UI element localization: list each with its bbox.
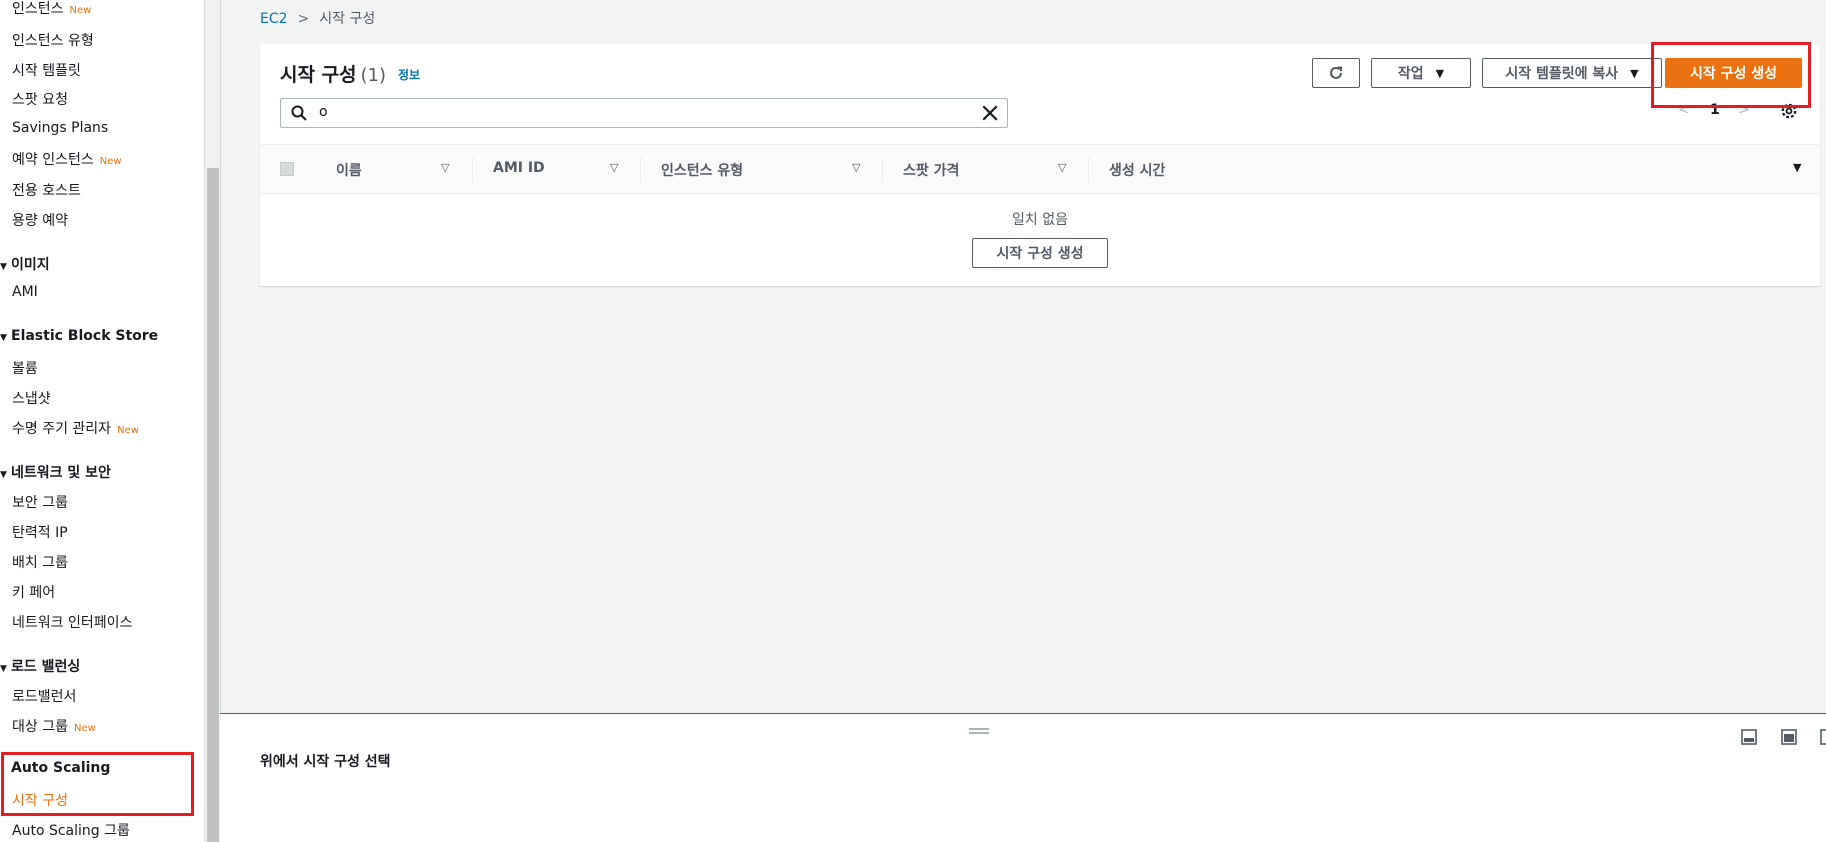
new-badge: New <box>117 425 139 436</box>
column-divider <box>640 157 641 183</box>
sidebar-item-capacity-reservations[interactable]: 용량 예약 <box>12 210 68 230</box>
search-value: o <box>319 104 328 120</box>
breadcrumb-ec2-link[interactable]: EC2 <box>260 11 288 27</box>
sidebar-item-auto-scaling-groups[interactable]: Auto Scaling 그룹 <box>12 820 130 840</box>
panel-bottom-icon[interactable] <box>1741 729 1757 745</box>
sidebar-section-load-balancing[interactable]: ▼ 로드 밸런싱 <box>0 656 80 676</box>
column-divider <box>1088 157 1089 183</box>
panel-close-icon[interactable] <box>1820 729 1826 745</box>
sidebar-section-auto-scaling[interactable]: Auto Scaling <box>11 760 110 776</box>
table-header: 이름 ▽ AMI ID ▽ 인스턴스 유형 ▽ 스팟 가격 ▽ 생성 시간 ▼ <box>260 144 1820 194</box>
chevron-left-icon[interactable]: < <box>1678 102 1690 118</box>
empty-create-button[interactable]: 시작 구성 생성 <box>972 238 1108 268</box>
caret-down-icon: ▼ <box>0 333 7 343</box>
breadcrumb: EC2 > 시작 구성 <box>260 8 375 28</box>
caret-down-icon: ▼ <box>0 470 7 480</box>
sidebar-item-snapshots[interactable]: 스냅샷 <box>12 388 51 408</box>
sidebar-item-launch-configurations[interactable]: 시작 구성 <box>12 790 68 810</box>
actions-button[interactable]: 작업 ▼ <box>1371 58 1471 88</box>
sort-icon[interactable]: ▽ <box>610 161 618 174</box>
sidebar-item-volumes[interactable]: 볼륨 <box>12 358 38 378</box>
sidebar-item-dedicated-hosts[interactable]: 전용 호스트 <box>12 180 81 200</box>
refresh-button[interactable] <box>1312 58 1360 88</box>
page-title: 시작 구성 (1) <box>280 64 387 86</box>
sidebar-scrollbar[interactable] <box>204 0 220 842</box>
sidebar-item-instances[interactable]: 인스턴스 New <box>12 0 91 18</box>
sidebar-item-security-groups[interactable]: 보안 그룹 <box>12 492 68 512</box>
sort-icon[interactable]: ▽ <box>441 161 449 174</box>
sidebar-section-images[interactable]: ▼ 이미지 <box>0 254 50 274</box>
new-badge: New <box>73 723 96 734</box>
resize-handle[interactable] <box>969 728 989 734</box>
search-input[interactable]: o <box>280 98 1008 128</box>
refresh-icon <box>1330 66 1342 79</box>
select-all-checkbox[interactable] <box>280 162 294 176</box>
info-link[interactable]: 정보 <box>398 66 420 83</box>
caret-down-icon: ▼ <box>1630 66 1639 80</box>
sidebar-item-target-groups[interactable]: 대상 그룹 New <box>12 716 96 736</box>
sidebar-item-load-balancers[interactable]: 로드밸런서 <box>12 686 76 706</box>
empty-state-text: 일치 없음 <box>1012 212 1068 228</box>
column-header-name[interactable]: 이름 <box>336 160 362 180</box>
column-header-ami-id[interactable]: AMI ID <box>493 160 545 176</box>
create-launch-configuration-button[interactable]: 시작 구성 생성 <box>1665 58 1802 88</box>
new-badge: New <box>99 156 122 167</box>
chevron-right-icon[interactable]: > <box>1738 102 1750 118</box>
sidebar-item-placement-groups[interactable]: 배치 그룹 <box>12 552 68 572</box>
sidebar-item-ami[interactable]: AMI <box>12 284 38 300</box>
sidebar-item-savings-plans[interactable]: Savings Plans <box>12 120 108 136</box>
sidebar-section-ebs[interactable]: ▼ Elastic Block Store <box>0 328 158 344</box>
page-number[interactable]: 1 <box>1710 102 1720 118</box>
split-panel-title: 위에서 시작 구성 선택 <box>260 754 391 770</box>
panel-side-icon[interactable] <box>1781 729 1797 745</box>
search-icon <box>291 105 307 121</box>
launch-configurations-panel: 시작 구성 (1) 정보 작업 ▼ 시작 템플릿에 복사 ▼ 시작 구성 생성 o <… <box>260 44 1820 286</box>
new-badge: New <box>69 5 92 16</box>
close-icon[interactable] <box>981 104 999 122</box>
sidebar-item-instance-types[interactable]: 인스턴스 유형 <box>12 30 94 50</box>
sort-desc-icon[interactable]: ▼ <box>1793 161 1801 174</box>
sidebar-item-reserved-instances[interactable]: 예약 인스턴스 New <box>12 149 122 169</box>
item-count: (1) <box>360 65 387 86</box>
sidebar: 인스턴스 New 인스턴스 유형 시작 템플릿 스팟 요청 Savings Pla… <box>0 0 204 842</box>
sidebar-item-network-interfaces[interactable]: 네트워크 인터페이스 <box>12 612 132 632</box>
column-divider <box>472 157 473 183</box>
column-header-instance-type[interactable]: 인스턴스 유형 <box>661 160 743 180</box>
gear-icon[interactable] <box>1780 102 1798 120</box>
copy-to-launch-template-button[interactable]: 시작 템플릿에 복사 ▼ <box>1482 58 1662 88</box>
sidebar-section-network[interactable]: ▼ 네트워크 및 보안 <box>0 462 111 482</box>
caret-down-icon: ▼ <box>0 664 7 674</box>
sidebar-item-spot-requests[interactable]: 스팟 요청 <box>12 89 68 109</box>
column-header-spot-price[interactable]: 스팟 가격 <box>903 160 959 180</box>
caret-down-icon: ▼ <box>1435 66 1445 80</box>
column-divider <box>882 157 883 183</box>
sort-icon[interactable]: ▽ <box>1058 161 1066 174</box>
breadcrumb-current: 시작 구성 <box>319 11 376 27</box>
sidebar-item-elastic-ips[interactable]: 탄력적 IP <box>12 522 68 542</box>
caret-down-icon: ▼ <box>0 262 7 272</box>
sidebar-item-launch-templates[interactable]: 시작 템플릿 <box>12 60 81 80</box>
sidebar-item-key-pairs[interactable]: 키 페어 <box>12 582 55 602</box>
split-panel: 위에서 시작 구성 선택 <box>220 713 1826 842</box>
sort-icon[interactable]: ▽ <box>852 161 860 174</box>
chevron-right-icon: > <box>297 11 310 27</box>
column-header-created-time[interactable]: 생성 시간 <box>1109 160 1165 180</box>
sidebar-item-lifecycle-manager[interactable]: 수명 주기 관리자 New <box>12 418 139 438</box>
scrollbar-thumb[interactable] <box>207 168 219 842</box>
